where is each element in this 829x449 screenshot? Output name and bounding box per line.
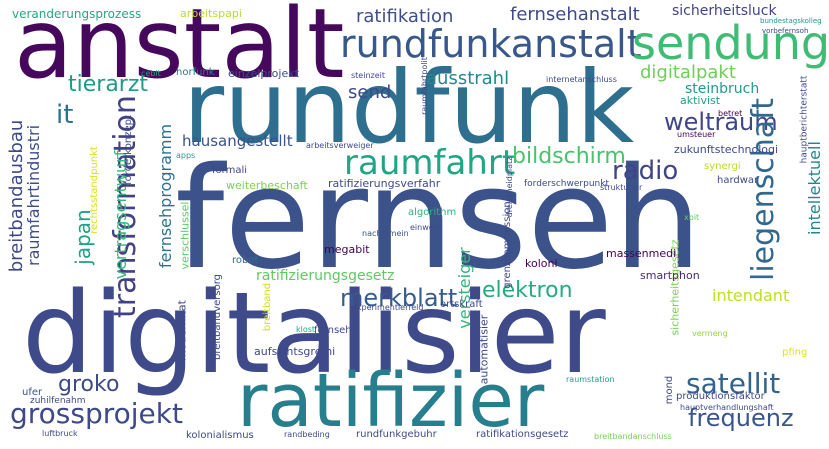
- word-kolonialismus: kolonialismus: [186, 430, 254, 441]
- word-xbit: xbit: [684, 213, 700, 222]
- word-produktionsfaktor: produktionsfaktor: [676, 391, 765, 402]
- word-ratifizier: ratifizier: [237, 358, 545, 444]
- word-vermeng: vermeng: [692, 329, 728, 338]
- word-arbeitspapi: arbeitspapi: [180, 7, 242, 20]
- word-formali: formali: [212, 165, 247, 176]
- word-bundestagskolleg: bundestagskolleg: [760, 17, 822, 25]
- word-verschlussel: verschlussel: [178, 201, 192, 270]
- word-apps: apps: [176, 151, 196, 160]
- word-digitalpakt: digitalpakt: [640, 62, 736, 83]
- word-elektron: elektron: [482, 278, 573, 303]
- word-versteiger: versteiger: [455, 247, 474, 329]
- word-rundfunkgebuhr: rundfunkgebuhr: [356, 429, 437, 440]
- word-forderschwerpunkt: forderschwerpunkt: [524, 179, 609, 189]
- word-horfunk: horfunk: [176, 67, 215, 78]
- word-umsteuer: umsteuer: [677, 130, 716, 139]
- word-rundfunkanstalt: rundfunkanstalt: [340, 22, 642, 66]
- word-fernsehanstalt: fernsehanstalt: [510, 4, 640, 25]
- word-sicherheitsluck: sicherheitsluck: [672, 3, 777, 19]
- word-hausangestellt: hausangestellt: [182, 132, 293, 150]
- word-aktivist: aktivist: [680, 94, 721, 107]
- word-zuhilfenahm: zuhilfenahm: [30, 396, 86, 406]
- word-ratifizierungsgesetz: ratifizierungsgesetz: [256, 268, 395, 284]
- word-steinzeit: steinzeit: [351, 71, 385, 80]
- word-fernsehs: fernsehs: [314, 325, 357, 336]
- word-experimentierfeld: experimentierfeld: [352, 303, 424, 312]
- word-raumfahrtpolit: raumfahrtpolit: [420, 57, 429, 115]
- word-strukturier: strukturier: [600, 183, 643, 192]
- word-hauptberichterstatt: hauptberichterstatt: [799, 75, 810, 164]
- word-fernsehprogramm: fernsehprogramm: [156, 123, 175, 269]
- word-koloni: koloni: [525, 257, 558, 270]
- word-send: send: [348, 82, 392, 103]
- word-intendant: intendant: [712, 286, 790, 305]
- word-ratifikation: ratifikation: [356, 6, 454, 27]
- word-internetanschluss: internetanschluss: [546, 75, 617, 84]
- word-cloud: fernseh digitalisier rundfunk anstalt ra…: [0, 0, 829, 449]
- word-weiterbeschaft: weiterbeschaft: [226, 179, 308, 192]
- word-cebit: cebit: [141, 69, 161, 78]
- word-algorithm: algorithm: [408, 207, 457, 218]
- word-zukunftstechnologi: zukunftstechnologi: [674, 143, 779, 156]
- word-tierarzt: tierarzt: [68, 72, 149, 97]
- word-nachhimein: nachhimein: [362, 229, 409, 238]
- word-einweih: einweih: [410, 223, 441, 232]
- word-rechtsstandpunkt: rechtsstandpunkt: [89, 146, 100, 234]
- word-arbeitsverweiger: arbeitsverweiger: [306, 141, 374, 150]
- word-massenmedi: massenmedi: [606, 247, 677, 260]
- word-raumfahrt: raumfahrt: [344, 143, 516, 183]
- word-hauptverhandlungshaft: hauptverhandlungshaft: [680, 403, 774, 412]
- word-groko: groko: [58, 372, 120, 397]
- word-breitband: breitband: [262, 282, 273, 332]
- word-pfing: pfing: [782, 347, 808, 358]
- word-dreischeidplatz: dreischeidplatz: [505, 156, 514, 218]
- word-ratifizierungsverfahr: ratifizierungsverfahr: [328, 177, 441, 190]
- word-synergi: synergi: [704, 161, 741, 172]
- word-modernitat: modernitat: [175, 300, 189, 361]
- word-breitbandanschluss: breitbandanschluss: [594, 432, 672, 441]
- word-einzelprojekt: einzelprojekt: [228, 67, 299, 80]
- word-luftbruck: luftbruck: [42, 429, 78, 438]
- word-hardwar: hardwar: [717, 175, 759, 186]
- word-it: it: [56, 100, 74, 130]
- word-klost: klost: [296, 325, 316, 334]
- word-betret: betret: [718, 109, 743, 118]
- word-automatisier: automatisier: [477, 314, 491, 385]
- word-ratifikationsgesetz: ratifikationsgesetz: [476, 429, 569, 440]
- word-mond: mond: [664, 375, 675, 405]
- word-randbeding: randbeding: [284, 430, 330, 439]
- word-vorbefernsoh: vorbefernsoh: [762, 27, 809, 35]
- word-veranderungsprozess: veranderungsprozess: [12, 7, 142, 21]
- word-megabit: megabit: [324, 243, 370, 256]
- word-breitbandversorg: breitbandversorg: [212, 273, 223, 361]
- word-ausstrahl: ausstrahl: [426, 68, 510, 89]
- word-bildschirm: bildschirm: [512, 144, 626, 169]
- word-raumfahrtindustri: raumfahrtindustri: [24, 124, 43, 266]
- word-raumstation: raumstation: [566, 375, 615, 384]
- word-forderkonzept: forderkonzept: [123, 115, 134, 185]
- word-smartphon: smartphon: [640, 269, 700, 282]
- word-robot: robot: [232, 255, 259, 266]
- word-ortskraft: ortskraft: [440, 299, 483, 310]
- word-aufsichtsgremi: aufsichtsgremi: [254, 345, 336, 358]
- word-liegenschaft: liegenschaft: [746, 98, 781, 281]
